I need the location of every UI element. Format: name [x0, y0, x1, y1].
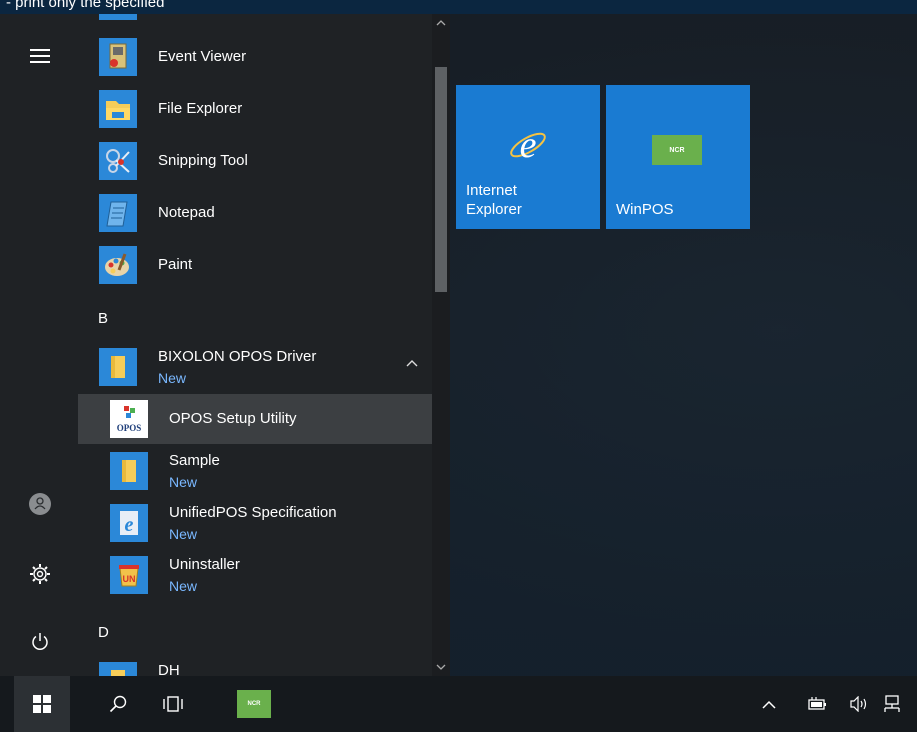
new-badge: New	[169, 474, 198, 490]
app-group-bixolon-opos-driver[interactable]: BIXOLON OPOS Driver New	[78, 342, 432, 392]
app-label: File Explorer	[158, 100, 243, 117]
battery-button[interactable]	[798, 676, 836, 732]
app-list-scrollbar[interactable]	[432, 14, 450, 676]
app-item-unifiedpos-specification[interactable]: e UnifiedPOS Specification New	[78, 498, 432, 548]
tile-label: WinPOS	[616, 200, 674, 219]
ie-document-icon: e	[110, 504, 148, 542]
app-label: UnifiedPOS Specification	[169, 504, 337, 521]
new-badge: New	[158, 370, 187, 386]
gear-icon	[30, 564, 50, 584]
hamburger-icon	[30, 49, 50, 63]
svg-text:e: e	[520, 125, 537, 165]
speaker-icon	[850, 696, 867, 712]
paint-palette-icon	[99, 246, 137, 284]
scissors-icon	[99, 142, 137, 180]
chevron-up-icon	[762, 700, 776, 709]
app-item-opos-setup-utility[interactable]: OPOS OPOS Setup Utility	[78, 394, 432, 444]
app-item-snipping-tool[interactable]: Snipping Tool	[78, 136, 432, 186]
svg-text:e: e	[125, 514, 134, 536]
window-title-strip: - print only the specified	[0, 0, 917, 14]
svg-text:UN: UN	[123, 574, 136, 584]
ncr-logo-icon: NCR	[652, 135, 702, 165]
settings-button[interactable]	[20, 554, 60, 594]
taskbar-app-winpos[interactable]: NCR	[226, 676, 282, 732]
internet-explorer-icon: e	[510, 125, 546, 165]
app-label: Snipping Tool	[158, 152, 248, 169]
start-menu-rail	[0, 14, 78, 676]
app-item-event-viewer[interactable]: Event Viewer	[78, 32, 432, 82]
app-label: Notepad	[158, 204, 215, 221]
tile-internet-explorer[interactable]: e Internet Explorer	[456, 85, 600, 229]
tile-label-line: Internet	[466, 182, 517, 199]
battery-plugged-icon	[808, 697, 826, 710]
folder-icon	[99, 90, 137, 128]
power-icon	[32, 633, 48, 650]
tile-winpos[interactable]: NCR WinPOS	[606, 85, 750, 229]
ncr-logo-text: NCR	[669, 146, 685, 154]
network-button[interactable]	[882, 676, 917, 732]
app-label: Sample	[169, 452, 220, 469]
task-view-button[interactable]	[145, 676, 201, 732]
svg-text:OPOS: OPOS	[117, 423, 142, 433]
tile-label-line: WinPOS	[616, 201, 674, 218]
app-item-dh[interactable]: DH	[78, 656, 432, 676]
search-button[interactable]	[90, 676, 146, 732]
chevron-up-icon[interactable]	[406, 356, 418, 370]
tile-area: e Internet Explorer NCR WinPOS	[450, 14, 917, 676]
app-label: Uninstaller	[169, 556, 240, 573]
volume-button[interactable]	[842, 676, 876, 732]
section-letter-b[interactable]: B	[98, 310, 108, 327]
app-label: OPOS Setup Utility	[169, 410, 297, 427]
task-view-icon	[163, 696, 183, 712]
new-badge: New	[169, 526, 198, 542]
user-avatar-icon	[29, 493, 51, 515]
section-letter-d[interactable]: D	[98, 624, 109, 641]
app-label: DH	[158, 662, 180, 676]
app-label: Paint	[158, 256, 193, 273]
start-button[interactable]	[14, 676, 70, 732]
notepad-icon	[99, 194, 137, 232]
hamburger-menu-button[interactable]	[20, 36, 60, 76]
list-item-partial[interactable]	[78, 14, 432, 26]
app-icon	[99, 14, 137, 20]
power-button[interactable]	[20, 622, 60, 662]
background-window-text: - print only the specified	[6, 0, 165, 11]
scroll-up-arrow-icon[interactable]	[435, 18, 447, 29]
opos-icon: OPOS	[110, 400, 148, 438]
search-icon	[109, 695, 127, 713]
start-menu: - print only the specified Event Viewer …	[0, 0, 917, 676]
network-icon	[884, 695, 900, 712]
tile-label-line: Explorer	[466, 201, 522, 218]
folder-icon	[99, 348, 137, 386]
taskbar: NCR	[0, 676, 917, 732]
new-badge: New	[169, 578, 198, 594]
app-list: Event Viewer File Explorer Snipping Tool…	[78, 14, 432, 676]
scroll-down-arrow-icon[interactable]	[435, 662, 447, 673]
tile-label: Internet Explorer	[466, 181, 522, 219]
show-hidden-icons-button[interactable]	[752, 676, 786, 732]
app-item-notepad[interactable]: Notepad	[78, 188, 432, 238]
folder-icon	[110, 452, 148, 490]
windows-logo-icon	[33, 695, 51, 713]
user-account-button[interactable]	[20, 484, 60, 524]
app-item-sample[interactable]: Sample New	[78, 446, 432, 496]
folder-icon	[99, 662, 137, 676]
event-viewer-icon	[99, 38, 137, 76]
app-item-paint[interactable]: Paint	[78, 240, 432, 290]
app-item-uninstaller[interactable]: UN Uninstaller New	[78, 550, 432, 600]
scrollbar-thumb[interactable]	[435, 67, 447, 292]
app-item-file-explorer[interactable]: File Explorer	[78, 84, 432, 134]
group-label: BIXOLON OPOS Driver	[158, 348, 317, 365]
uninstaller-icon: UN	[110, 556, 148, 594]
ncr-logo-text: NCR	[247, 701, 261, 707]
app-label: Event Viewer	[158, 48, 247, 65]
ncr-logo-icon: NCR	[237, 690, 271, 718]
